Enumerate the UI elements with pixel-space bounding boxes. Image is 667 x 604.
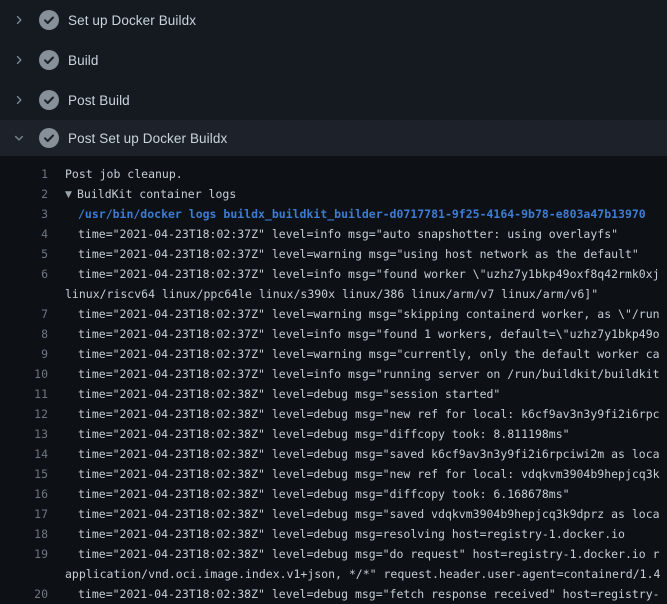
log-line: 16time="2021-04-23T18:02:38Z" level=debu…	[0, 484, 667, 504]
step-title: Post Set up Docker Buildx	[68, 131, 227, 146]
step-header-post-build[interactable]: Post Build	[0, 80, 667, 120]
log-text[interactable]: ▼BuildKit container logs	[48, 184, 667, 204]
line-number[interactable]: 9	[0, 344, 48, 364]
log-line: 7time="2021-04-23T18:02:37Z" level=warni…	[0, 304, 667, 324]
log-line: 9time="2021-04-23T18:02:37Z" level=warni…	[0, 344, 667, 364]
log-line: 5time="2021-04-23T18:02:37Z" level=warni…	[0, 244, 667, 264]
log-line: linux/riscv64 linux/ppc64le linux/s390x …	[0, 284, 667, 304]
line-number[interactable]: 13	[0, 424, 48, 444]
log-text: time="2021-04-23T18:02:38Z" level=debug …	[48, 584, 667, 604]
log-text: time="2021-04-23T18:02:38Z" level=debug …	[48, 504, 667, 524]
line-number[interactable]: 6	[0, 264, 48, 284]
line-number[interactable]: 8	[0, 324, 48, 344]
log-text: time="2021-04-23T18:02:38Z" level=debug …	[48, 404, 667, 424]
line-number	[0, 284, 48, 304]
log-text: time="2021-04-23T18:02:38Z" level=debug …	[48, 484, 667, 504]
log-text: time="2021-04-23T18:02:37Z" level=info m…	[48, 364, 667, 384]
log-line: 13time="2021-04-23T18:02:38Z" level=debu…	[0, 424, 667, 444]
step-title: Set up Docker Buildx	[68, 13, 196, 28]
check-circle-icon	[39, 50, 59, 70]
collapse-triangle-icon: ▼	[65, 185, 77, 204]
log-line: 4time="2021-04-23T18:02:37Z" level=info …	[0, 224, 667, 244]
command-text: /usr/bin/docker logs buildx_buildkit_bui…	[48, 204, 667, 224]
line-number[interactable]: 19	[0, 544, 48, 564]
log-text: time="2021-04-23T18:02:37Z" level=info m…	[48, 324, 667, 344]
log-line: 3/usr/bin/docker logs buildx_buildkit_bu…	[0, 204, 667, 224]
log-line: 11time="2021-04-23T18:02:38Z" level=debu…	[0, 384, 667, 404]
line-number[interactable]: 17	[0, 504, 48, 524]
chevron-down-icon	[12, 131, 26, 145]
log-text: time="2021-04-23T18:02:38Z" level=debug …	[48, 384, 667, 404]
line-number[interactable]: 10	[0, 364, 48, 384]
step-header-post-set-up-docker-buildx[interactable]: Post Set up Docker Buildx	[0, 120, 667, 156]
log-line: application/vnd.oci.image.index.v1+json,…	[0, 564, 667, 584]
log-text: time="2021-04-23T18:02:37Z" level=warnin…	[48, 344, 667, 364]
check-circle-icon	[39, 10, 59, 30]
line-number[interactable]: 4	[0, 224, 48, 244]
line-number[interactable]: 2	[0, 184, 48, 204]
check-circle-icon	[39, 128, 59, 148]
log-line: 19time="2021-04-23T18:02:38Z" level=debu…	[0, 544, 667, 564]
line-number[interactable]: 1	[0, 164, 48, 184]
chevron-right-icon	[12, 13, 26, 27]
line-number[interactable]: 18	[0, 524, 48, 544]
line-number[interactable]: 20	[0, 584, 48, 604]
chevron-right-icon	[12, 53, 26, 67]
log-text: application/vnd.oci.image.index.v1+json,…	[48, 564, 667, 584]
log-line: 12time="2021-04-23T18:02:38Z" level=debu…	[0, 404, 667, 424]
log-text: time="2021-04-23T18:02:37Z" level=warnin…	[48, 244, 667, 264]
line-number[interactable]: 3	[0, 204, 48, 224]
check-circle-icon	[39, 90, 59, 110]
log-text: time="2021-04-23T18:02:38Z" level=debug …	[48, 424, 667, 444]
actions-log-panel: Set up Docker Buildx Build Post Build Post …	[0, 0, 667, 600]
log-line: 2▼BuildKit container logs	[0, 184, 667, 204]
log-line: 14time="2021-04-23T18:02:38Z" level=debu…	[0, 444, 667, 464]
step-title: Post Build	[68, 93, 130, 108]
log-text: linux/riscv64 linux/ppc64le linux/s390x …	[48, 284, 667, 304]
log-line: 20time="2021-04-23T18:02:38Z" level=debu…	[0, 584, 667, 604]
log-text: time="2021-04-23T18:02:38Z" level=debug …	[48, 524, 667, 544]
steps-list: Set up Docker Buildx Build Post Build Post …	[0, 0, 667, 156]
line-number[interactable]: 7	[0, 304, 48, 324]
log-line: 18time="2021-04-23T18:02:38Z" level=debu…	[0, 524, 667, 544]
line-number[interactable]: 12	[0, 404, 48, 424]
log-line: 1Post job cleanup.	[0, 164, 667, 184]
line-number[interactable]: 14	[0, 444, 48, 464]
log-line: 15time="2021-04-23T18:02:38Z" level=debu…	[0, 464, 667, 484]
log-text: time="2021-04-23T18:02:37Z" level=info m…	[48, 264, 667, 284]
log-text: Post job cleanup.	[48, 164, 667, 184]
step-title: Build	[68, 53, 99, 68]
log-text: time="2021-04-23T18:02:38Z" level=debug …	[48, 464, 667, 484]
chevron-right-icon	[12, 93, 26, 107]
step-header-build[interactable]: Build	[0, 40, 667, 80]
log-text: time="2021-04-23T18:02:37Z" level=warnin…	[48, 304, 667, 324]
line-number	[0, 564, 48, 584]
log-text: time="2021-04-23T18:02:38Z" level=debug …	[48, 444, 667, 464]
log-line: 17time="2021-04-23T18:02:38Z" level=debu…	[0, 504, 667, 524]
line-number[interactable]: 5	[0, 244, 48, 264]
step-header-set-up-docker-buildx[interactable]: Set up Docker Buildx	[0, 0, 667, 40]
log-viewer: 1Post job cleanup.2▼BuildKit container l…	[0, 156, 667, 600]
log-line: 8time="2021-04-23T18:02:37Z" level=info …	[0, 324, 667, 344]
group-title: BuildKit container logs	[77, 187, 236, 201]
line-number[interactable]: 15	[0, 464, 48, 484]
log-text: time="2021-04-23T18:02:37Z" level=info m…	[48, 224, 667, 244]
log-text: time="2021-04-23T18:02:38Z" level=debug …	[48, 544, 667, 564]
log-line: 6time="2021-04-23T18:02:37Z" level=info …	[0, 264, 667, 284]
line-number[interactable]: 16	[0, 484, 48, 504]
log-line: 10time="2021-04-23T18:02:37Z" level=info…	[0, 364, 667, 384]
line-number[interactable]: 11	[0, 384, 48, 404]
